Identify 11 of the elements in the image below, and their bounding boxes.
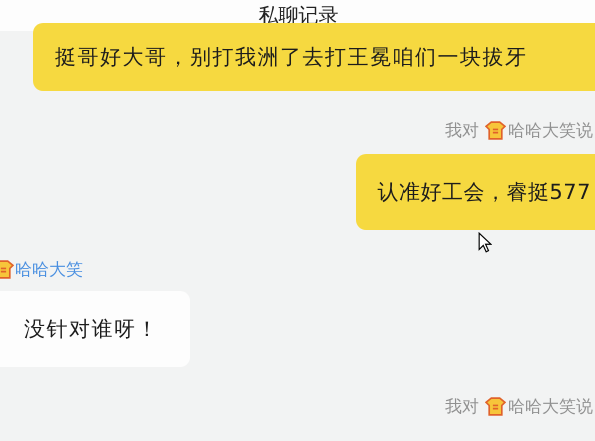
meta-name: 哈哈大笑说 bbox=[508, 120, 593, 142]
shirt-icon bbox=[485, 120, 506, 141]
cursor-icon bbox=[478, 232, 492, 253]
meta-text: 我对 bbox=[445, 120, 479, 142]
message-bubble: 挺哥好大哥，别打我洲了去打王冕咱们一块拔牙 bbox=[33, 23, 595, 91]
message-bubble: 认准好工会，睿挺577 bbox=[356, 154, 595, 230]
meta-text: 我对 bbox=[445, 396, 479, 418]
shirt-icon bbox=[485, 396, 506, 417]
message-bubble: 没针对谁呀！ bbox=[0, 291, 190, 367]
meta-name: 哈哈大笑说 bbox=[508, 396, 593, 418]
sender-name[interactable]: 哈哈大笑 bbox=[15, 258, 83, 281]
